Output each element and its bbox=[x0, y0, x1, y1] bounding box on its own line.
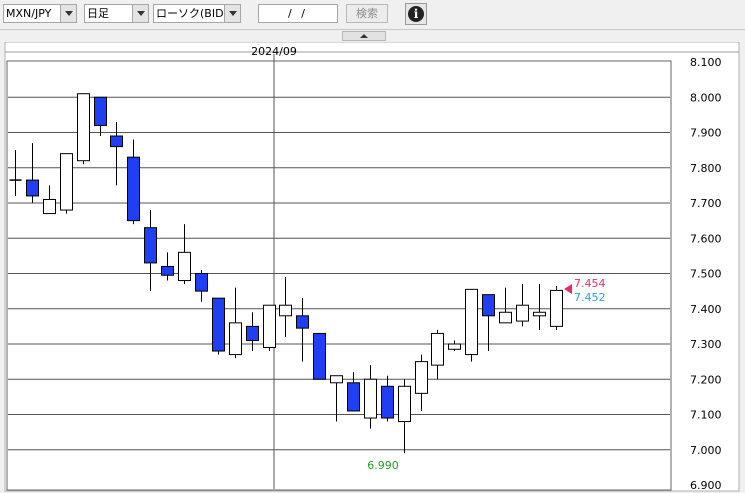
candle-body bbox=[279, 304, 292, 317]
candle-body bbox=[246, 325, 259, 341]
candle-body bbox=[110, 135, 123, 148]
candle-body bbox=[296, 315, 309, 329]
candle-body bbox=[381, 385, 394, 419]
candle-body bbox=[516, 304, 529, 322]
info-icon: i bbox=[408, 6, 424, 22]
toolbar-divider bbox=[0, 29, 745, 30]
candle-body bbox=[229, 322, 242, 356]
timeframe-value: 日足 bbox=[87, 7, 109, 20]
y-tick-label: 7.800 bbox=[690, 162, 722, 175]
chart-area[interactable]: 2024/09 8.100 8.000 7.900 7.800 7.700 7.600 7.… bbox=[2, 42, 745, 493]
candle-body bbox=[43, 198, 56, 215]
candle-body bbox=[60, 153, 73, 211]
candle-body bbox=[431, 332, 444, 366]
candle-body bbox=[347, 382, 360, 412]
candle-body bbox=[161, 265, 174, 276]
y-tick-label: 7.200 bbox=[690, 373, 722, 386]
candle-body bbox=[448, 343, 461, 350]
candle[interactable] bbox=[263, 304, 276, 352]
candle-body bbox=[127, 156, 140, 222]
y-tick-label: 7.900 bbox=[690, 127, 722, 140]
candle-body bbox=[398, 385, 411, 423]
chart-kind-value: ローソク(BID) bbox=[156, 7, 228, 20]
y-tick-label: 7.100 bbox=[690, 409, 722, 422]
date-input[interactable]: / / bbox=[258, 4, 338, 23]
candle-body bbox=[313, 332, 326, 380]
y-tick-label: 7.400 bbox=[690, 303, 722, 316]
chevron-down-icon[interactable] bbox=[132, 5, 148, 22]
candlestick-chart[interactable]: 2024/09 8.100 8.000 7.900 7.800 7.700 7.600 7.… bbox=[2, 42, 745, 493]
y-tick-label: 7.500 bbox=[690, 268, 722, 281]
y-tick-label: 6.900 bbox=[690, 479, 722, 492]
collapse-toggle-button[interactable] bbox=[342, 31, 386, 41]
candle-body bbox=[26, 179, 39, 197]
candle-body bbox=[550, 289, 563, 327]
candle[interactable] bbox=[77, 93, 90, 165]
candle-body bbox=[533, 311, 546, 317]
y-tick-label: 7.300 bbox=[690, 338, 722, 351]
candle-body bbox=[77, 93, 90, 162]
chart-kind-select[interactable]: ローソク(BID) bbox=[153, 4, 241, 23]
candle-body bbox=[465, 288, 478, 356]
symbol-value: MXN/JPY bbox=[6, 7, 52, 20]
candle-body bbox=[330, 375, 343, 384]
candle[interactable] bbox=[550, 285, 563, 330]
date-label: 2024/09 bbox=[251, 45, 297, 58]
chevron-down-icon[interactable] bbox=[224, 5, 240, 22]
symbol-select[interactable]: MXN/JPY bbox=[3, 4, 77, 23]
ask-price-label: 7.454 bbox=[574, 277, 606, 290]
candle[interactable] bbox=[313, 332, 326, 380]
candle[interactable] bbox=[212, 297, 225, 355]
candle-body bbox=[482, 294, 495, 317]
candle-body bbox=[263, 304, 276, 349]
candle-body bbox=[195, 273, 208, 292]
candle-body bbox=[94, 96, 107, 126]
y-tick-label: 7.700 bbox=[690, 197, 722, 210]
candle-body bbox=[364, 378, 377, 419]
y-tick-label: 7.600 bbox=[690, 232, 722, 245]
y-tick-label: 7.000 bbox=[690, 444, 722, 457]
toolbar: MXN/JPY 日足 ローソク(BID) / / 検索 i bbox=[0, 0, 745, 29]
candle[interactable] bbox=[60, 153, 73, 214]
timeframe-select[interactable]: 日足 bbox=[84, 4, 149, 23]
y-tick-label: 8.100 bbox=[690, 56, 722, 69]
candle-body bbox=[212, 297, 225, 352]
y-tick-label: 8.000 bbox=[690, 91, 722, 104]
chevron-down-icon[interactable] bbox=[60, 5, 76, 22]
candle-body bbox=[144, 227, 157, 264]
candle-body bbox=[415, 361, 428, 394]
low-price-label: 6.990 bbox=[367, 459, 399, 472]
candle-body bbox=[499, 311, 512, 324]
search-button[interactable]: 検索 bbox=[346, 4, 388, 23]
bid-price-label: 7.452 bbox=[574, 291, 606, 304]
candle[interactable] bbox=[465, 288, 478, 362]
info-button[interactable]: i bbox=[405, 3, 427, 25]
candle-body bbox=[178, 251, 191, 282]
